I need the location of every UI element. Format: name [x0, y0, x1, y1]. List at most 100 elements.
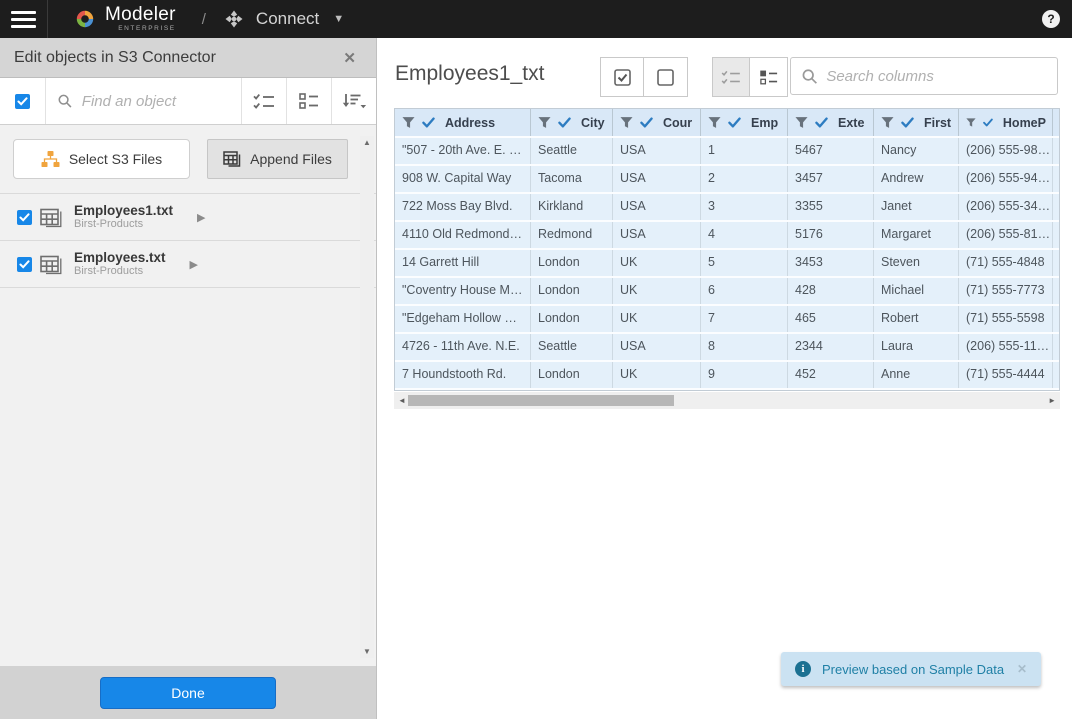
help-button[interactable]: ? [1042, 10, 1060, 28]
file-list-item[interactable]: Employees.txt Birst-Products ▶ [0, 241, 376, 288]
filter-icon[interactable] [708, 116, 721, 129]
file-checkbox[interactable] [17, 210, 32, 225]
find-object-search[interactable] [46, 78, 241, 124]
hamburger-menu-icon[interactable] [0, 0, 47, 38]
checklist-icon [721, 70, 741, 85]
column-check-icon[interactable] [640, 117, 653, 128]
table-cell-clipped [1053, 362, 1060, 388]
filter-icon[interactable] [966, 116, 976, 129]
file-source: Birst-Products [74, 218, 173, 231]
close-panel-icon[interactable]: ✕ [337, 47, 362, 69]
table-cell: UK [613, 278, 701, 304]
done-button[interactable]: Done [100, 677, 276, 709]
table-cell: 4726 - 11th Ave. N.E. [395, 334, 531, 360]
column-check-icon[interactable] [983, 117, 993, 128]
table-cell: 908 W. Capital Way [395, 166, 531, 192]
panel-footer: Done [0, 666, 376, 719]
file-list-item[interactable]: Employees1.txt Birst-Products ▶ [0, 194, 376, 241]
filter-icon[interactable] [620, 116, 633, 129]
column-header-label: HomeP [1003, 116, 1046, 130]
table-cell: USA [613, 222, 701, 248]
scroll-up-icon[interactable]: ▲ [360, 138, 374, 147]
toast-close-icon[interactable]: ✕ [1013, 660, 1031, 678]
find-object-input[interactable] [82, 93, 229, 110]
select-all-checkbox[interactable] [15, 94, 30, 109]
table-cell: 5467 [788, 138, 874, 164]
horizontal-scrollbar[interactable]: ◄ ► [394, 392, 1060, 409]
filter-icon[interactable] [538, 116, 551, 129]
table-file-icon [40, 254, 63, 275]
search-columns-box[interactable] [790, 57, 1058, 95]
column-header-city[interactable]: City [531, 109, 613, 136]
sort-button[interactable] [331, 78, 376, 124]
table-row: 908 W. Capital WayTacomaUSA23457Andrew(2… [395, 166, 1059, 192]
column-header-address[interactable]: Address [395, 109, 531, 136]
column-header-cour[interactable]: Cour [613, 109, 701, 136]
table-cell: (71) 555-7773 [959, 278, 1053, 304]
brand-subtitle: ENTERPRISE [105, 26, 176, 33]
panel-header: Edit objects in S3 Connector ✕ [0, 38, 376, 78]
sample-data-toast: i Preview based on Sample Data ✕ [781, 652, 1041, 686]
column-check-icon[interactable] [422, 117, 435, 128]
info-icon: i [795, 661, 811, 677]
append-files-button[interactable]: Append Files [207, 139, 348, 179]
search-icon [802, 68, 817, 85]
scroll-right-icon[interactable]: ► [1048, 395, 1056, 406]
table-row: 4726 - 11th Ave. N.E.SeattleUSA82344Laur… [395, 334, 1059, 360]
column-checklist-view-button[interactable] [712, 57, 750, 97]
search-columns-input[interactable] [826, 68, 1046, 85]
table-cell-clipped [1053, 306, 1060, 332]
column-header-clipped [1053, 109, 1060, 136]
table-cell: 4110 Old Redmond… [395, 222, 531, 248]
file-name: Employees.txt [74, 250, 166, 266]
list-view-button[interactable] [286, 78, 331, 124]
connect-menu[interactable]: Connect ▼ [224, 9, 344, 29]
filter-icon[interactable] [881, 116, 894, 129]
list-icon [760, 70, 778, 85]
column-check-icon[interactable] [558, 117, 571, 128]
table-cell: (206) 555-11… [959, 334, 1053, 360]
column-header-emp[interactable]: Emp [701, 109, 788, 136]
deselect-all-columns-button[interactable] [644, 57, 688, 97]
column-view-group [712, 57, 788, 97]
file-checkbox[interactable] [17, 257, 32, 272]
select-all-columns-button[interactable] [600, 57, 644, 97]
expand-arrow-icon[interactable]: ▶ [197, 211, 205, 224]
column-header-homep[interactable]: HomeP [959, 109, 1053, 136]
left-panel: Edit objects in S3 Connector ✕ [0, 38, 377, 719]
column-header-label: Emp [751, 116, 778, 130]
scroll-left-icon[interactable]: ◄ [398, 395, 406, 406]
table-row: 14 Garrett HillLondonUK53453Steven(71) 5… [395, 250, 1059, 276]
table-cell: Michael [874, 278, 959, 304]
expand-arrow-icon[interactable]: ▶ [190, 258, 198, 271]
table-cell: 4 [701, 222, 788, 248]
table-cell: USA [613, 194, 701, 220]
scrollbar-thumb[interactable] [408, 395, 674, 406]
checklist-view-button[interactable] [241, 78, 286, 124]
column-check-icon[interactable] [901, 117, 914, 128]
column-header-exte[interactable]: Exte [788, 109, 874, 136]
search-icon [58, 93, 72, 109]
table-cell: "Edgeham Hollow … [395, 306, 531, 332]
table-cell: Seattle [531, 138, 613, 164]
table-cell: (206) 555-94… [959, 166, 1053, 192]
table-cell: 452 [788, 362, 874, 388]
append-files-icon [223, 151, 241, 167]
table-cell: USA [613, 166, 701, 192]
column-select-group [600, 57, 688, 97]
filter-icon[interactable] [402, 116, 415, 129]
table-cell-clipped [1053, 194, 1060, 220]
column-list-view-button[interactable] [750, 57, 788, 97]
table-cell: Laura [874, 334, 959, 360]
filter-icon[interactable] [795, 116, 808, 129]
table-cell: Anne [874, 362, 959, 388]
column-check-icon[interactable] [728, 117, 741, 128]
column-check-icon[interactable] [815, 117, 828, 128]
left-panel-scrollbar[interactable]: ▲ ▼ [360, 136, 374, 658]
scroll-down-icon[interactable]: ▼ [360, 647, 374, 656]
table-cell: London [531, 306, 613, 332]
column-header-first[interactable]: First [874, 109, 959, 136]
select-s3-files-button[interactable]: Select S3 Files [13, 139, 190, 179]
table-cell: 5176 [788, 222, 874, 248]
table-cell: UK [613, 306, 701, 332]
